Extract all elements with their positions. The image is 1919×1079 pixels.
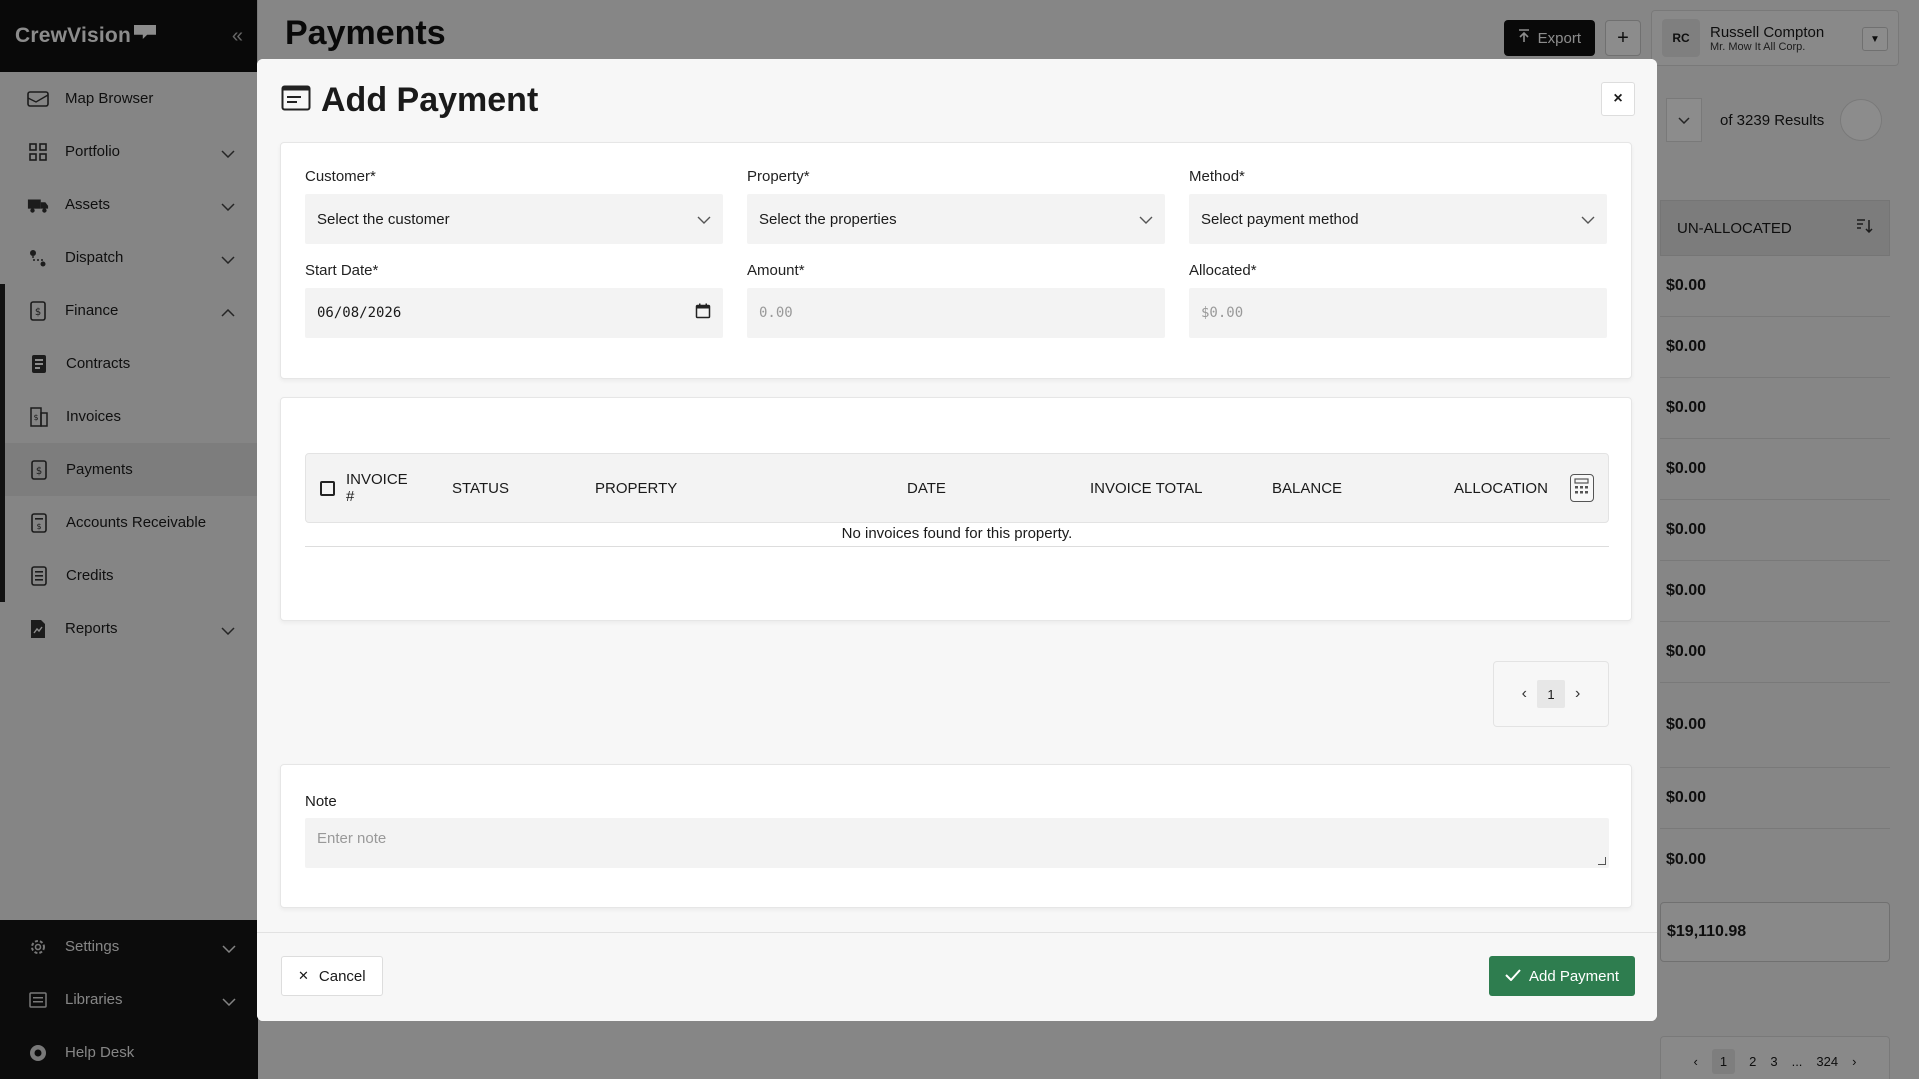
start-date-input[interactable]: 06/08/2026 bbox=[305, 288, 723, 338]
checkbox-icon bbox=[320, 480, 335, 496]
start-date-value: 06/08/2026 bbox=[317, 305, 402, 321]
allocated-placeholder: $0.00 bbox=[1201, 305, 1244, 321]
col-balance: BALANCE bbox=[1272, 479, 1343, 497]
allocated-field: Allocated* $0.00 bbox=[1189, 262, 1607, 338]
invoices-table-header: INVOICE # STATUS PROPERTY DATE INVOICE T… bbox=[305, 453, 1609, 523]
amount-label: Amount* bbox=[747, 262, 805, 279]
col-property: PROPERTY bbox=[595, 479, 678, 497]
customer-placeholder: Select the customer bbox=[317, 210, 450, 228]
payment-form-card: Customer* Select the customer Property* … bbox=[280, 142, 1632, 379]
property-label: Property* bbox=[747, 168, 810, 185]
add-payment-modal: Add Payment × Customer* Select the custo… bbox=[257, 59, 1657, 1021]
customer-field: Customer* Select the customer bbox=[305, 168, 723, 244]
calendar-icon[interactable] bbox=[695, 303, 711, 323]
amount-placeholder: 0.00 bbox=[759, 305, 793, 321]
allocated-label: Allocated* bbox=[1189, 262, 1257, 279]
chevron-left-icon[interactable]: ‹ bbox=[1522, 685, 1527, 703]
method-label: Method* bbox=[1189, 168, 1245, 185]
note-card: Note Enter note bbox=[280, 764, 1632, 908]
invoice-pagination: ‹ 1 › bbox=[1493, 661, 1609, 727]
calculator-icon[interactable] bbox=[1570, 474, 1594, 502]
chevron-right-icon[interactable]: › bbox=[1575, 685, 1580, 703]
start-date-label: Start Date* bbox=[305, 262, 379, 279]
modal-footer: ✕ Cancel Add Payment bbox=[257, 932, 1657, 1021]
col-status: STATUS bbox=[452, 479, 509, 497]
cancel-button[interactable]: ✕ Cancel bbox=[281, 956, 383, 996]
add-payment-button[interactable]: Add Payment bbox=[1489, 956, 1635, 996]
page-button[interactable]: 1 bbox=[1537, 680, 1565, 708]
modal-header: Add Payment × bbox=[257, 59, 1657, 141]
col-invoice-total: INVOICE TOTAL bbox=[1090, 479, 1203, 497]
note-label: Note bbox=[305, 793, 337, 810]
property-field: Property* Select the properties bbox=[747, 168, 1165, 244]
col-date: DATE bbox=[907, 479, 946, 497]
chevron-down-icon bbox=[697, 211, 711, 228]
method-field: Method* Select payment method bbox=[1189, 168, 1607, 244]
method-placeholder: Select payment method bbox=[1201, 210, 1359, 228]
customer-label: Customer* bbox=[305, 168, 376, 185]
empty-state-message: No invoices found for this property. bbox=[305, 525, 1609, 547]
payment-form-icon bbox=[281, 81, 311, 120]
select-all-checkbox[interactable] bbox=[320, 454, 335, 522]
amount-field: Amount* 0.00 bbox=[747, 262, 1165, 338]
invoices-table-card: INVOICE # STATUS PROPERTY DATE INVOICE T… bbox=[280, 397, 1632, 621]
close-icon: ✕ bbox=[298, 968, 309, 983]
chevron-down-icon bbox=[1139, 211, 1153, 228]
chevron-down-icon bbox=[1581, 211, 1595, 228]
property-placeholder: Select the properties bbox=[759, 210, 897, 228]
start-date-field: Start Date* 06/08/2026 bbox=[305, 262, 723, 338]
close-button[interactable]: × bbox=[1601, 82, 1635, 116]
method-select[interactable]: Select payment method bbox=[1189, 194, 1607, 244]
col-invoice-number: INVOICE # bbox=[346, 471, 408, 505]
modal-title: Add Payment bbox=[281, 81, 538, 120]
note-placeholder: Enter note bbox=[317, 830, 387, 847]
amount-input[interactable]: 0.00 bbox=[747, 288, 1165, 338]
property-select[interactable]: Select the properties bbox=[747, 194, 1165, 244]
col-allocation: ALLOCATION bbox=[1454, 479, 1548, 497]
check-icon bbox=[1505, 968, 1521, 985]
allocated-input[interactable]: $0.00 bbox=[1189, 288, 1607, 338]
add-payment-label: Add Payment bbox=[1528, 967, 1620, 985]
modal-title-text: Add Payment bbox=[321, 81, 539, 119]
customer-select[interactable]: Select the customer bbox=[305, 194, 723, 244]
note-textarea[interactable]: Enter note bbox=[305, 818, 1609, 868]
resize-handle-icon[interactable] bbox=[1598, 857, 1606, 865]
cancel-label: Cancel bbox=[318, 967, 366, 985]
